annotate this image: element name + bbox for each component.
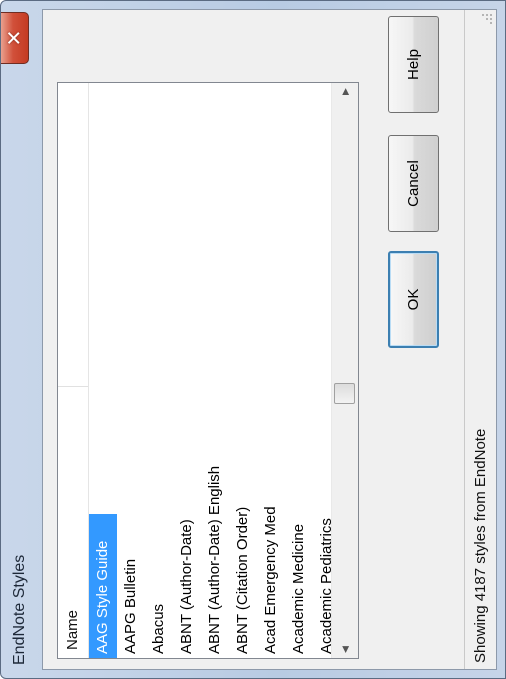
list-item[interactable]: AAG Style Guide — [89, 514, 117, 658]
column-separator[interactable] — [58, 386, 88, 387]
list-item[interactable]: ABNT (Author-Date) English — [201, 387, 229, 658]
list-item[interactable]: Abacus — [145, 387, 173, 658]
dialog-client-area: Name AAG Style Guide AAPG Bulletin Abacu… — [42, 9, 497, 670]
cancel-button[interactable]: Cancel — [388, 135, 439, 232]
column-header-name[interactable]: Name — [58, 387, 88, 658]
status-text: Showing 4187 styles from EndNote — [472, 428, 489, 663]
help-button[interactable]: Help — [388, 16, 439, 113]
endnote-styles-dialog: EndNote Styles ✕ Name AAG Style Guide AA… — [0, 0, 506, 679]
list-header: Name — [58, 83, 89, 658]
list-item[interactable]: ABNT (Author-Date) — [173, 387, 201, 658]
window-title: EndNote Styles — [11, 554, 28, 665]
scroll-right-icon[interactable]: ▶ — [332, 83, 358, 100]
list-item[interactable]: AAPG Bulletin — [117, 387, 145, 658]
horizontal-scrollbar[interactable]: ◀ ▶ — [331, 83, 358, 658]
resize-grip-icon[interactable] — [481, 13, 493, 25]
close-button[interactable]: ✕ — [1, 12, 29, 64]
scrollbar-thumb[interactable] — [334, 383, 355, 404]
status-bar: Showing 4187 styles from EndNote — [464, 10, 496, 669]
styles-list[interactable]: Name AAG Style Guide AAPG Bulletin Abacu… — [57, 82, 359, 659]
ok-button[interactable]: OK — [388, 251, 439, 348]
close-icon: ✕ — [3, 29, 26, 47]
list-item[interactable]: Acad Emergency Med — [257, 387, 285, 658]
scroll-left-icon[interactable]: ◀ — [332, 641, 358, 658]
list-item[interactable]: Academic Medicine — [285, 387, 313, 658]
list-item[interactable]: ABNT (Citation Order) — [229, 387, 257, 658]
